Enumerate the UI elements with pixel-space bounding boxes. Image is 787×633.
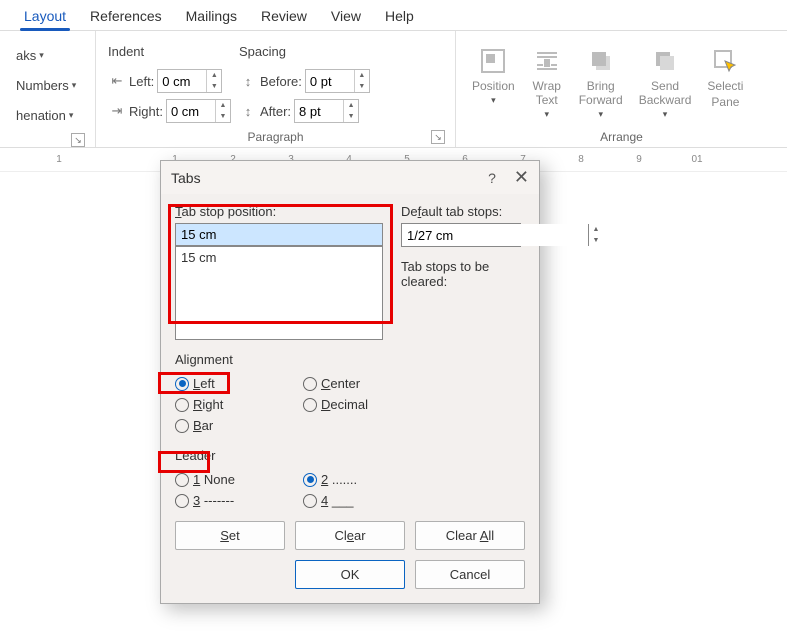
spacing-before-icon: ↕ [239,72,257,90]
spin-up-icon[interactable]: ▲ [207,70,221,81]
spin-down-icon[interactable]: ▼ [216,111,230,122]
spin-down-icon[interactable]: ▼ [344,111,358,122]
spin-down-icon[interactable]: ▼ [589,235,603,246]
spacing-after-input[interactable]: ▲▼ [294,99,359,123]
spin-down-icon[interactable]: ▼ [355,81,369,92]
indent-left-input[interactable]: ▲▼ [157,69,222,93]
spin-up-icon[interactable]: ▲ [344,100,358,111]
line-numbers-button[interactable]: Numbers▾ [12,71,80,99]
left-label: Left: [129,74,154,89]
wrap-text-button[interactable]: Wrap Text▾ [523,41,571,124]
leader-label: Leader [175,448,525,463]
right-label: Right: [129,104,163,119]
radio-icon [175,398,189,412]
clear-button[interactable]: Clear [295,521,405,550]
tab-view[interactable]: View [319,2,373,30]
set-button[interactable]: Set [175,521,285,550]
leader-4-underscore-radio[interactable]: 4 ___ [303,490,431,511]
tab-references[interactable]: References [78,2,174,30]
indent-left-icon: ⇤ [108,72,126,90]
position-icon [477,45,509,77]
position-button[interactable]: Position▾ [464,41,523,110]
alignment-label: Alignment [175,352,525,367]
bring-forward-button[interactable]: Bring Forward▾ [571,41,631,124]
chevron-down-icon: ▾ [663,109,668,120]
after-label: After: [260,104,291,119]
tab-stop-listbox[interactable]: 15 cm [175,246,383,340]
page-setup-launcher[interactable]: ↘ [71,133,85,147]
radio-icon [303,473,317,487]
cancel-button[interactable]: Cancel [415,560,525,589]
selection-pane-icon [709,45,741,77]
tab-review[interactable]: Review [249,2,319,30]
selection-pane-button[interactable]: Selecti Pane [699,41,751,113]
radio-icon [175,494,189,508]
alignment-center-radio[interactable]: Center [303,373,431,394]
close-icon[interactable]: ✕ [514,167,529,188]
leader-2-dots-radio[interactable]: 2 ....... [303,469,431,490]
dialog-title: Tabs [171,170,201,186]
radio-icon [175,473,189,487]
alignment-right-radio[interactable]: Right [175,394,303,415]
radio-icon [303,398,317,412]
spin-up-icon[interactable]: ▲ [355,70,369,81]
chevron-down-icon: ▾ [39,50,44,61]
alignment-bar-radio[interactable]: Bar [175,415,303,436]
hyphenation-button[interactable]: henation▾ [12,101,80,129]
tab-stop-position-input[interactable] [175,223,383,246]
wrap-text-icon [531,45,563,77]
radio-icon [175,419,189,433]
tab-stops-cleared-label: Tab stops to be cleared: [401,259,525,289]
before-label: Before: [260,74,302,89]
spin-up-icon[interactable]: ▲ [589,224,603,235]
leader-1-none-radio[interactable]: 1 None [175,469,303,490]
ok-button[interactable]: OK [295,560,405,589]
indent-right-input[interactable]: ▲▼ [166,99,231,123]
clear-all-button[interactable]: Clear All [415,521,525,550]
indent-right-icon: ⇥ [108,102,126,120]
chevron-down-icon: ▾ [72,80,77,91]
chevron-down-icon: ▾ [598,109,603,120]
send-backward-icon [649,45,681,77]
default-tab-stops-input[interactable]: ▲▼ [401,223,521,247]
tabs-dialog: Tabs ? ✕ Tab stop position: 15 cm Defaul… [160,160,540,604]
tab-mailings[interactable]: Mailings [174,2,249,30]
send-backward-button[interactable]: Send Backward▾ [631,41,700,124]
radio-icon [303,377,317,391]
tab-help[interactable]: Help [373,2,426,30]
spin-up-icon[interactable]: ▲ [216,100,230,111]
alignment-decimal-radio[interactable]: Decimal [303,394,431,415]
indent-heading: Indent [108,37,231,65]
breaks-button[interactable]: aks▾ [12,41,80,69]
chevron-down-icon: ▾ [69,110,74,121]
spacing-after-icon: ↕ [239,102,257,120]
spin-down-icon[interactable]: ▼ [207,81,221,92]
list-item[interactable]: 15 cm [176,247,382,268]
leader-3-dashes-radio[interactable]: 3 ------- [175,490,303,511]
default-tab-stops-label: Default tab stops: [401,204,525,219]
radio-icon [303,494,317,508]
chevron-down-icon: ▾ [544,109,549,120]
chevron-down-icon: ▾ [491,95,496,106]
paragraph-launcher[interactable]: ↘ [431,130,445,144]
spacing-before-input[interactable]: ▲▼ [305,69,370,93]
tab-layout[interactable]: Layout [12,2,78,30]
arrange-group-label: Arrange [600,130,643,144]
tab-stop-position-label: Tab stop position: [175,204,383,219]
radio-icon [175,377,189,391]
spacing-heading: Spacing [239,37,370,65]
alignment-left-radio[interactable]: Left [175,373,303,394]
bring-forward-icon [585,45,617,77]
help-icon[interactable]: ? [488,170,496,186]
paragraph-group-label: Paragraph [247,130,303,144]
